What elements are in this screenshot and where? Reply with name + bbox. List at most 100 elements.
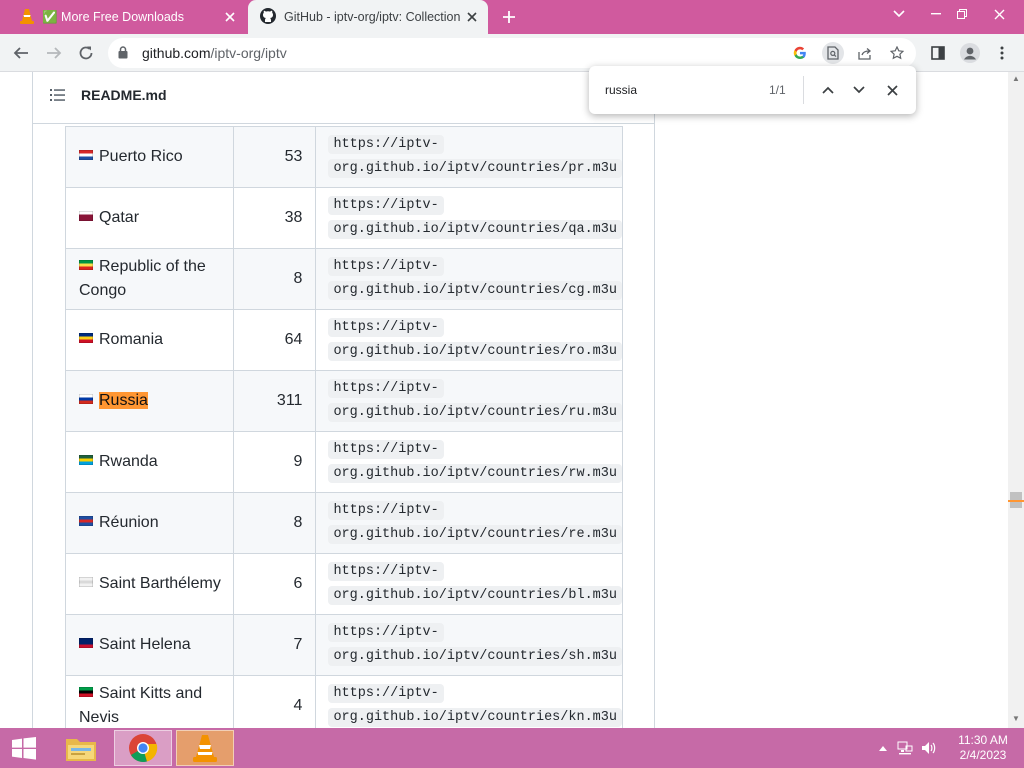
playlist-url-line-1: https://iptv-: [328, 440, 444, 459]
country-flag-icon: [79, 687, 93, 697]
bookmark-star-icon[interactable]: [886, 42, 908, 64]
find-input[interactable]: russia: [605, 83, 637, 97]
lock-icon: [118, 46, 128, 64]
country-flag-icon: [79, 260, 93, 270]
playlist-url-cell[interactable]: https://iptv-org.github.io/iptv/countrie…: [315, 370, 623, 432]
google-icon[interactable]: [789, 42, 811, 64]
find-bar: russia 1/1: [589, 66, 916, 114]
forward-button[interactable]: [41, 41, 67, 65]
table-of-contents-icon[interactable]: [50, 88, 66, 107]
start-button[interactable]: [0, 730, 48, 766]
country-flag-icon: [79, 333, 93, 343]
playlist-url-line-2: org.github.io/iptv/countries/cg.m3u: [328, 281, 622, 300]
playlist-url-cell[interactable]: https://iptv-org.github.io/iptv/countrie…: [315, 431, 623, 493]
playlist-url[interactable]: https://iptv-org.github.io/iptv/countrie…: [328, 560, 622, 608]
country-flag-icon: [79, 211, 93, 221]
playlist-url-line-1: https://iptv-: [328, 196, 444, 215]
restore-button[interactable]: [948, 2, 976, 26]
find-close-button[interactable]: [881, 79, 903, 101]
country-flag-icon: [79, 516, 93, 526]
find-previous-button[interactable]: [817, 79, 839, 101]
find-match-marker: [1008, 500, 1024, 502]
playlist-url[interactable]: https://iptv-org.github.io/iptv/countrie…: [328, 499, 622, 547]
playlist-url[interactable]: https://iptv-org.github.io/iptv/countrie…: [328, 316, 622, 364]
channel-count: 8: [233, 492, 317, 554]
share-icon[interactable]: [854, 42, 876, 64]
playlist-url-line-1: https://iptv-: [328, 318, 444, 337]
tab-search-chevron-icon[interactable]: [885, 2, 913, 26]
address-bar[interactable]: github.com/iptv-org/iptv: [108, 38, 916, 68]
channel-count: 9: [233, 431, 317, 493]
country-name: Russia: [99, 392, 148, 409]
tab-title: GitHub - iptv-org/iptv: Collection of: [284, 10, 464, 24]
more-menu-icon[interactable]: [990, 41, 1014, 65]
playlist-url-cell[interactable]: https://iptv-org.github.io/iptv/countrie…: [315, 553, 623, 615]
playlist-url-cell[interactable]: https://iptv-org.github.io/iptv/countrie…: [315, 126, 623, 188]
playlist-url[interactable]: https://iptv-org.github.io/iptv/countrie…: [328, 255, 622, 303]
url-host: github.com: [142, 45, 211, 61]
vlc-taskbar-button[interactable]: [176, 730, 234, 766]
reload-button[interactable]: [73, 41, 99, 65]
country-cell: Republic of the Congo: [64, 248, 235, 310]
system-clock[interactable]: 11:30 AM 2/4/2023: [948, 733, 1018, 763]
tab-more-free-downloads[interactable]: ✅ More Free Downloads: [8, 0, 246, 34]
find-in-page-icon[interactable]: [822, 42, 844, 64]
table-row: Russia 311 https://iptv-org.github.io/iptv…: [64, 370, 623, 432]
table-row: Réunion 8 https://iptv-org.github.io/iptv/…: [64, 492, 623, 554]
side-panel-icon[interactable]: [926, 41, 950, 65]
playlist-url[interactable]: https://iptv-org.github.io/iptv/countrie…: [328, 682, 622, 728]
readme-header: README.md: [33, 72, 654, 124]
scroll-up-arrow-icon[interactable]: ▲: [1012, 74, 1020, 83]
new-tab-button[interactable]: [498, 6, 520, 28]
close-window-button[interactable]: [985, 2, 1013, 26]
table-row: Qatar 38 https://iptv-org.github.io/iptv/c…: [64, 187, 623, 249]
country-name: Saint Kitts and Nevis: [79, 685, 203, 726]
profile-avatar-icon[interactable]: [958, 41, 982, 65]
playlist-url-cell[interactable]: https://iptv-org.github.io/iptv/countrie…: [315, 187, 623, 249]
country-cell: Qatar: [64, 187, 235, 249]
tab-github-iptv[interactable]: GitHub - iptv-org/iptv: Collection of: [248, 0, 488, 34]
country-name: Puerto Rico: [99, 148, 183, 165]
minimize-button[interactable]: [922, 2, 950, 26]
table-row: Republic of the Congo 8 https://iptv-org.g…: [64, 248, 623, 310]
country-name: Réunion: [99, 514, 159, 531]
playlist-url[interactable]: https://iptv-org.github.io/iptv/countrie…: [328, 133, 622, 181]
playlist-url[interactable]: https://iptv-org.github.io/iptv/countrie…: [328, 621, 622, 669]
playlist-url-line-2: org.github.io/iptv/countries/kn.m3u: [328, 708, 622, 727]
windows-taskbar: 11:30 AM 2/4/2023: [0, 728, 1024, 768]
channel-count: 64: [233, 309, 317, 371]
clock-time: 11:30 AM: [958, 733, 1008, 747]
playlist-url-cell[interactable]: https://iptv-org.github.io/iptv/countrie…: [315, 675, 623, 728]
table-row: Puerto Rico 53 https://iptv-org.github.io/…: [64, 126, 623, 188]
country-cell: Saint Barthélemy: [64, 553, 235, 615]
playlist-url-cell[interactable]: https://iptv-org.github.io/iptv/countrie…: [315, 248, 623, 310]
playlist-url-cell[interactable]: https://iptv-org.github.io/iptv/countrie…: [315, 614, 623, 676]
page-scrollbar[interactable]: ▲ ▼: [1008, 72, 1024, 728]
volume-icon[interactable]: [920, 740, 938, 756]
network-icon[interactable]: [896, 740, 914, 756]
url-path: /iptv-org/iptv: [210, 45, 287, 61]
playlist-url-line-1: https://iptv-: [328, 257, 444, 276]
playlist-url-cell[interactable]: https://iptv-org.github.io/iptv/countrie…: [315, 492, 623, 554]
show-hidden-icons-icon[interactable]: [874, 740, 892, 756]
country-cell: Russia: [64, 370, 235, 432]
playlist-url[interactable]: https://iptv-org.github.io/iptv/countrie…: [328, 194, 622, 242]
close-tab-icon[interactable]: [222, 9, 238, 25]
close-tab-icon[interactable]: [464, 9, 480, 25]
page-content: README.md Puerto Rico 53 https://iptv-org.…: [0, 72, 1008, 728]
chrome-taskbar-button[interactable]: [114, 730, 172, 766]
playlist-url-cell[interactable]: https://iptv-org.github.io/iptv/countrie…: [315, 309, 623, 371]
playlist-url[interactable]: https://iptv-org.github.io/iptv/countrie…: [328, 438, 622, 486]
channel-count: 7: [233, 614, 317, 676]
file-explorer-button[interactable]: [52, 730, 110, 766]
country-cell: Puerto Rico: [64, 126, 235, 188]
scroll-down-arrow-icon[interactable]: ▼: [1012, 714, 1020, 723]
find-next-button[interactable]: [848, 79, 870, 101]
country-flag-icon: [79, 455, 93, 465]
country-name: Saint Helena: [99, 636, 191, 653]
country-cell: Romania: [64, 309, 235, 371]
channel-count: 53: [233, 126, 317, 188]
back-button[interactable]: [8, 41, 34, 65]
playlist-url[interactable]: https://iptv-org.github.io/iptv/countrie…: [328, 377, 622, 425]
playlist-url-line-2: org.github.io/iptv/countries/pr.m3u: [328, 159, 622, 178]
